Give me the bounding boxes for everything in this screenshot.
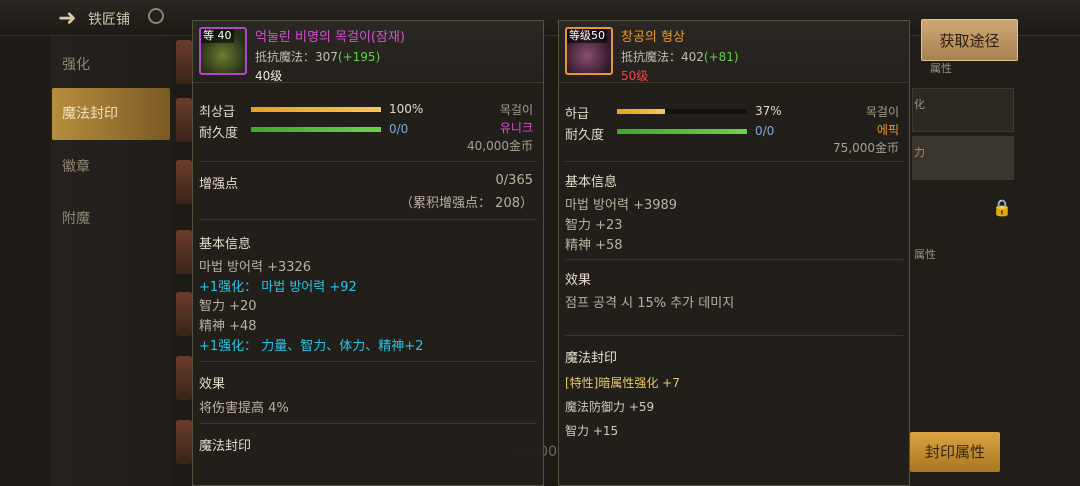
item-level: 50级	[621, 69, 649, 83]
rarity-label: 유니크	[499, 121, 533, 135]
bg-label: 化	[914, 98, 925, 111]
divider	[199, 361, 537, 362]
durability-bar	[251, 127, 381, 132]
bg-option-box[interactable]	[912, 136, 1014, 180]
seal-line: 智力 +15	[565, 424, 619, 438]
magic-seal-title: 魔法封印	[565, 351, 618, 366]
page-title: 铁匠铺	[88, 12, 130, 28]
list-item[interactable]	[176, 98, 192, 142]
enhance-title: 增强点	[199, 177, 239, 192]
sphere-item-icon: 等级50	[565, 27, 613, 75]
list-item[interactable]	[176, 160, 192, 204]
item-level-tag: 等 40	[201, 29, 234, 43]
effect-title: 效果	[199, 377, 226, 392]
divider	[199, 161, 537, 162]
necklace-item-icon: 等 40	[199, 27, 247, 75]
back-arrow-icon[interactable]: ➜	[58, 6, 76, 31]
seal-line: 魔法防御力 +59	[565, 400, 655, 414]
item-type: 목걸이	[499, 103, 533, 117]
item-price: 40,000金币	[467, 139, 533, 153]
divider	[565, 335, 903, 336]
basic-info-title: 基本信息	[199, 237, 252, 252]
acquire-method-button[interactable]: 获取途径	[921, 19, 1018, 61]
basic-info-title: 基本信息	[565, 175, 618, 190]
stat-line: +1强化： 마법 방어력 +92	[199, 280, 357, 295]
list-item[interactable]	[176, 230, 192, 274]
divider	[199, 219, 537, 220]
list-item[interactable]	[176, 40, 192, 84]
grade-label: 최상급	[199, 105, 235, 120]
item-name: 창공의 형상	[621, 30, 685, 45]
durability-value: 0/0	[755, 124, 775, 138]
sidebar-item-enchant[interactable]: 附魔	[62, 208, 90, 228]
seal-line: [特性]暗属性强化 +7	[565, 376, 680, 390]
durability-bar	[617, 129, 747, 134]
item-level: 40级	[255, 69, 283, 83]
stat-line: 마법 방어력 +3989	[565, 198, 678, 213]
stat-line: 智力 +20	[199, 299, 257, 314]
item-type: 목걸이	[865, 105, 899, 119]
effect-text: 将伤害提高 4%	[199, 401, 289, 416]
stat-line: +1强化： 力量、智力、体力、精神+2	[199, 339, 424, 354]
item-tooltip-equipped: 等 40 억눌린 비명의 목걸이(잠재) 抵抗魔法：307(+195) 40级 …	[192, 20, 544, 486]
resist-magic: 抵抗魔法：307(+195)	[255, 50, 381, 64]
effect-text: 점프 공격 시 15% 추가 데미지	[565, 296, 735, 311]
resist-magic: 抵抗魔法：402(+81)	[621, 50, 739, 64]
bg-label: 属性	[914, 248, 936, 261]
sidebar-item-emblem[interactable]: 徽章	[62, 156, 90, 176]
grade-label: 하급	[565, 107, 589, 122]
durability-label: 耐久度	[199, 126, 239, 141]
item-name: 억눌린 비명의 목걸이(잠재)	[255, 30, 405, 45]
bg-label: 力	[914, 146, 925, 159]
item-price: 75,000金币	[833, 141, 899, 155]
list-item[interactable]	[176, 356, 192, 400]
lock-icon: 🔒	[992, 198, 1012, 217]
grade-bar	[617, 109, 747, 114]
list-item[interactable]	[176, 420, 192, 464]
effect-title: 效果	[565, 273, 592, 288]
seal-attribute-button[interactable]: 封印属性	[910, 432, 1000, 472]
stat-line: 精神 +58	[565, 238, 623, 253]
grade-value: 100%	[389, 102, 424, 116]
sidebar-item-magic-seal[interactable]: 魔法封印	[52, 88, 170, 140]
stat-line: 智力 +23	[565, 218, 623, 233]
divider	[565, 259, 903, 260]
stat-line: 마법 방어력 +3326	[199, 260, 312, 275]
eye-icon[interactable]	[148, 8, 164, 24]
item-tooltip-compare: 等级50 창공의 형상 抵抗魔法：402(+81) 50级 하급 37% 목걸이…	[558, 20, 910, 486]
stat-line: 精神 +48	[199, 319, 257, 334]
divider	[199, 423, 537, 424]
tooltip-header: 等级50 창공의 형상 抵抗魔法：402(+81) 50级	[559, 21, 909, 83]
magic-seal-title: 魔法封印	[199, 439, 252, 454]
durability-value: 0/0	[389, 122, 409, 136]
sidebar-item-enhance[interactable]: 强化	[62, 54, 90, 74]
rarity-label: 에픽	[876, 123, 899, 137]
tooltip-header: 等 40 억눌린 비명의 목걸이(잠재) 抵抗魔法：307(+195) 40级	[193, 21, 543, 83]
grade-value: 37%	[755, 104, 782, 118]
durability-label: 耐久度	[565, 128, 605, 143]
bg-option-box[interactable]	[912, 88, 1014, 132]
divider	[565, 161, 903, 162]
bg-label: 属性	[930, 62, 952, 75]
grade-bar	[251, 107, 381, 112]
accum-enhance: （累积增强点： 208）	[400, 196, 533, 211]
enhance-value: 0/365	[495, 173, 533, 188]
list-item[interactable]	[176, 292, 192, 336]
item-level-tag: 等级50	[567, 29, 607, 43]
